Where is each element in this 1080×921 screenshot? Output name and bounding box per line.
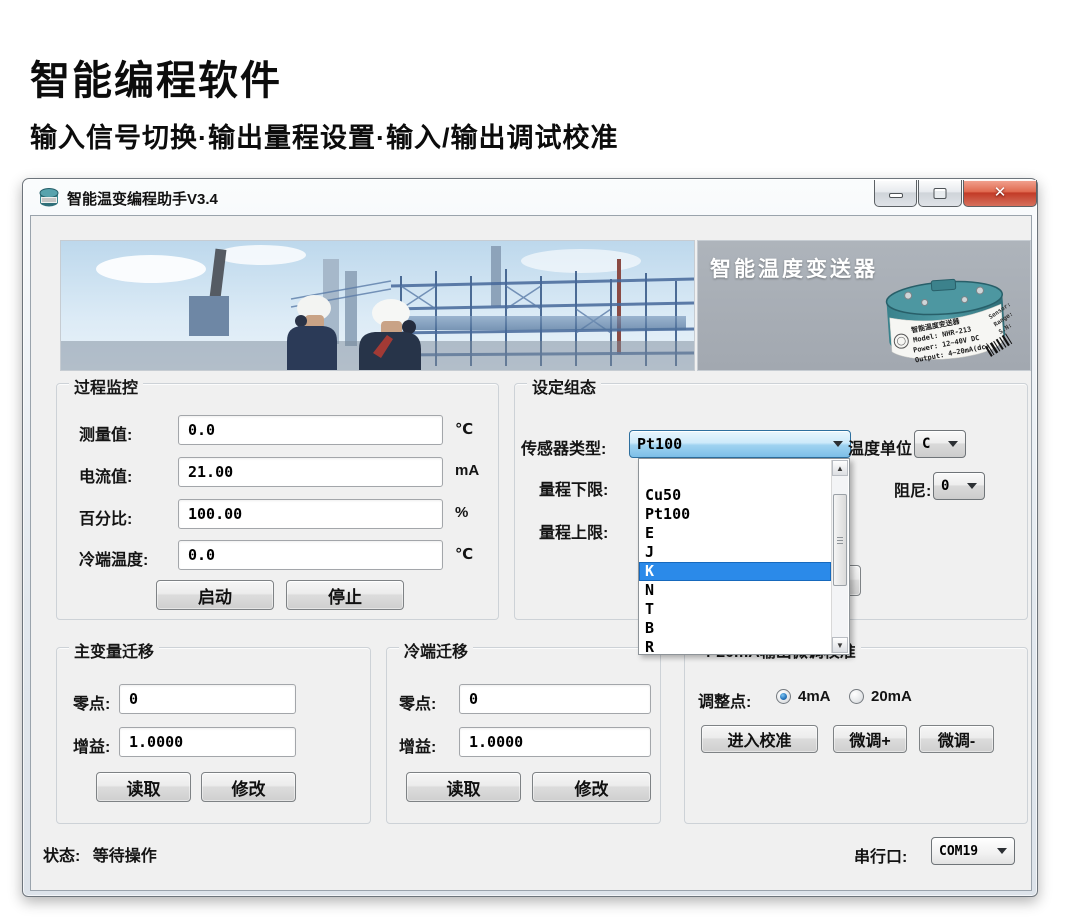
- dropdown-item[interactable]: K: [639, 562, 831, 581]
- cold-gain-input[interactable]: [459, 727, 651, 757]
- chevron-down-icon: [833, 441, 843, 447]
- dropdown-scrollbar[interactable]: ▲ ▼: [831, 460, 848, 653]
- enter-calibration-button[interactable]: 进入校准: [701, 725, 818, 753]
- adjust-point-label: 调整点:: [698, 688, 751, 712]
- maximize-button[interactable]: [918, 180, 962, 207]
- dropdown-item[interactable]: Cu50: [639, 486, 831, 505]
- page-subheading: 输入信号切换·输出量程设置·输入/输出调试校准: [30, 116, 618, 155]
- dropdown-item[interactable]: R: [639, 638, 831, 653]
- temp-unit-label: 温度单位: [848, 435, 912, 459]
- maximize-icon: [934, 188, 947, 199]
- dropdown-item[interactable]: [639, 460, 831, 486]
- start-button[interactable]: 启动: [156, 580, 274, 610]
- damping-value: 0: [941, 478, 949, 494]
- dropdown-item[interactable]: J: [639, 543, 831, 562]
- chevron-down-icon: [948, 441, 958, 447]
- close-icon: ✕: [964, 183, 1036, 201]
- serial-port-value: COM19: [939, 844, 978, 859]
- sensor-type-combobox[interactable]: Pt100: [629, 430, 851, 458]
- dropdown-item[interactable]: Pt100: [639, 505, 831, 524]
- cold-modify-button[interactable]: 修改: [532, 772, 651, 802]
- dropdown-item[interactable]: N: [639, 581, 831, 600]
- cold-junction-label: 冷端温度:: [79, 546, 148, 570]
- current-value-unit: mA: [455, 462, 479, 479]
- scroll-down-icon[interactable]: ▼: [832, 637, 848, 653]
- damping-combobox[interactable]: 0: [933, 472, 985, 500]
- fine-tune-plus-button[interactable]: 微调+: [833, 725, 907, 753]
- radio-option-20ma[interactable]: 20mA: [849, 688, 912, 705]
- stop-button[interactable]: 停止: [286, 580, 404, 610]
- sensor-type-listbox: Cu50Pt100EJKNTBR: [639, 460, 831, 653]
- transmitter-image: 智能温度变送器 Model: NHR-213 Power: 12~40V DC …: [866, 266, 1026, 368]
- scroll-up-icon[interactable]: ▲: [832, 460, 848, 476]
- radio-icon: [849, 689, 864, 704]
- fine-tune-minus-button[interactable]: 微调-: [919, 725, 994, 753]
- client-area: 智能温度变送器: [30, 215, 1032, 891]
- primary-zero-input[interactable]: [119, 684, 296, 714]
- banner-photo: [61, 241, 694, 370]
- measured-value-input[interactable]: [178, 415, 443, 445]
- status-label-text: 状态:: [43, 848, 80, 865]
- group-title: 冷端迁移: [399, 638, 473, 662]
- current-value-input[interactable]: [178, 457, 443, 487]
- damping-label: 阻尼:: [894, 477, 931, 501]
- scrollbar-grip-icon: [837, 537, 843, 544]
- cold-read-button[interactable]: 读取: [406, 772, 521, 802]
- range-high-label: 量程上限:: [539, 519, 608, 543]
- page-heading: 智能编程软件: [30, 48, 282, 106]
- radio-option-4ma[interactable]: 4mA: [776, 688, 831, 705]
- banner-product-panel: 智能温度变送器: [698, 241, 1030, 370]
- cold-junction-input[interactable]: [178, 540, 443, 570]
- current-value-label: 电流值:: [79, 463, 132, 487]
- minimize-icon: [889, 193, 903, 198]
- window-title: 智能温变编程助手V3.4: [67, 188, 218, 209]
- percentage-input[interactable]: [178, 499, 443, 529]
- close-button[interactable]: ✕: [963, 180, 1037, 207]
- minimize-button[interactable]: [874, 180, 917, 207]
- app-icon: [38, 186, 60, 208]
- radio-icon: [776, 689, 791, 704]
- title-bar: 智能温变编程助手V3.4 ✕: [23, 179, 1037, 215]
- app-window: 智能温变编程助手V3.4 ✕: [22, 178, 1038, 897]
- serial-port-label: 串行口:: [854, 843, 907, 867]
- primary-modify-button[interactable]: 修改: [201, 772, 296, 802]
- measured-value-label: 测量值:: [79, 421, 132, 445]
- chevron-down-icon: [967, 483, 977, 489]
- dropdown-item[interactable]: B: [639, 619, 831, 638]
- group-title: 主变量迁移: [69, 638, 159, 662]
- cold-gain-label: 增益:: [399, 733, 436, 757]
- measured-value-unit: ℃: [455, 420, 473, 438]
- temp-unit-combobox[interactable]: C: [914, 430, 966, 458]
- temp-unit-value: C: [922, 436, 930, 452]
- status-value: 等待操作: [93, 848, 157, 865]
- cold-zero-label: 零点:: [399, 690, 436, 714]
- primary-zero-label: 零点:: [73, 690, 110, 714]
- percentage-label: 百分比:: [79, 505, 132, 529]
- dropdown-item[interactable]: T: [639, 600, 831, 619]
- status-label: 状态: 等待操作: [43, 842, 157, 866]
- serial-port-combobox[interactable]: COM19: [931, 837, 1015, 865]
- sensor-type-label: 传感器类型:: [521, 435, 606, 459]
- cold-junction-unit: ℃: [455, 545, 473, 563]
- cold-zero-input[interactable]: [459, 684, 651, 714]
- primary-read-button[interactable]: 读取: [96, 772, 191, 802]
- scrollbar-thumb[interactable]: [833, 494, 847, 586]
- primary-gain-label: 增益:: [73, 733, 110, 757]
- range-low-label: 量程下限:: [539, 476, 608, 500]
- radio-label: 20mA: [871, 688, 912, 705]
- group-title: 过程监控: [69, 374, 143, 398]
- radio-label: 4mA: [798, 688, 831, 705]
- chevron-down-icon: [997, 848, 1007, 854]
- percentage-unit: %: [455, 504, 468, 521]
- dropdown-item[interactable]: E: [639, 524, 831, 543]
- sensor-type-value: Pt100: [637, 435, 682, 453]
- banner-product-title: 智能温度变送器: [710, 253, 878, 283]
- group-title: 设定组态: [527, 374, 601, 398]
- primary-gain-input[interactable]: [119, 727, 296, 757]
- sensor-type-dropdown: Cu50Pt100EJKNTBR ▲ ▼: [638, 458, 850, 655]
